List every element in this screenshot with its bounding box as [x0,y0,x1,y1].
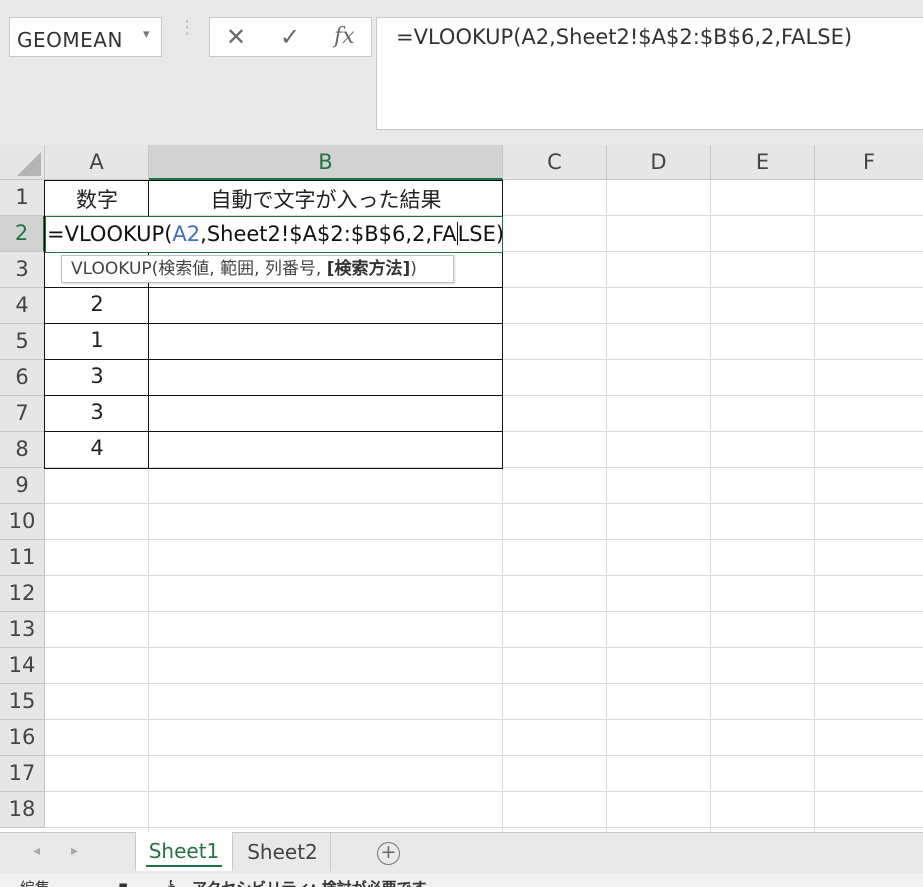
scroll-right-icon[interactable]: ▸ [71,843,78,859]
formula-input[interactable]: =VLOOKUP(A2,Sheet2!$A$2:$B$6,2,FALSE) [376,17,923,130]
enter-icon[interactable]: ✓ [280,23,300,51]
status-mode: 編集 [20,877,50,887]
row-header-13[interactable]: 13 [0,612,45,648]
gridline [606,180,607,832]
scroll-left-icon[interactable]: ◂ [33,843,40,859]
tooltip-args: 検索値, 範囲, 列番号, [158,259,327,279]
row-header-7[interactable]: 7 [0,396,45,432]
edit-formula-text: =VLOOKUP(A2,Sheet2!$A$2:$B$6,2,FALSE) [47,222,504,246]
formula-bar-region: GEOMEAN ▾ ⋮ ✕ ✓ fx =VLOOKUP(A2,Sheet2!$A… [0,0,923,145]
active-tab-underline [146,865,222,867]
function-tooltip: VLOOKUP(検索値, 範囲, 列番号, [検索方法]) [61,255,454,283]
row-header-10[interactable]: 10 [0,504,45,540]
row-header-18[interactable]: 18 [0,792,45,828]
column-header-b[interactable]: B [149,145,503,180]
status-bar: 編集 ▪ ♿ アクセシビリティ: 検討が必要です [0,874,923,887]
gridline [45,683,923,684]
gridline [45,539,923,540]
formula-text: =VLOOKUP(A2,Sheet2!$A$2:$B$6,2,FALSE) [396,25,853,49]
gridline [45,755,923,756]
gridline [710,180,711,832]
tooltip-function-name[interactable]: VLOOKUP( [71,259,158,279]
gridline [45,611,923,612]
select-all-triangle [17,152,41,176]
row-header-5[interactable]: 5 [0,324,45,360]
column-header-c[interactable]: C [503,145,607,180]
row-header-9[interactable]: 9 [0,468,45,504]
row-header-17[interactable]: 17 [0,756,45,792]
splitter-grip-icon[interactable]: ⋮ [178,19,196,37]
column-header-e[interactable]: E [711,145,815,180]
accessibility-icon[interactable]: ♿ [166,877,179,887]
cancel-icon[interactable]: ✕ [226,23,246,51]
cell-a1[interactable]: 数字 [45,184,149,214]
active-cell-editor[interactable]: =VLOOKUP(A2,Sheet2!$A$2:$B$6,2,FALSE) [45,216,504,253]
edit-middle: ,Sheet2!$A$2:$B$6,2,FA [200,222,457,246]
row-header-2[interactable]: 2 [0,216,45,252]
gridline [45,791,923,792]
row-header-3[interactable]: 3 [0,252,45,288]
row-header-12[interactable]: 12 [0,576,45,612]
insert-function-icon[interactable]: fx [334,24,355,49]
gridline [45,647,923,648]
sheet-tab-bar: ◂ ▸ Sheet1 Sheet2 + [0,832,923,874]
status-accessibility[interactable]: アクセシビリティ: 検討が必要です [192,877,427,887]
sheet-tab-sheet2[interactable]: Sheet2 [235,833,331,871]
add-sheet-icon[interactable]: + [377,842,400,865]
cell-a6[interactable]: 3 [45,364,149,388]
gridline [45,719,923,720]
edit-suffix: LSE) [457,222,505,246]
row-header-4[interactable]: 4 [0,288,45,324]
select-all-button[interactable] [0,145,45,180]
row-header-1[interactable]: 1 [0,180,45,216]
gridline [45,827,923,828]
column-header-d[interactable]: D [607,145,711,180]
gridline [814,180,815,832]
cell-b1[interactable]: 自動で文字が入った結果 [149,184,503,214]
name-box-value: GEOMEAN [17,28,123,52]
gridline [45,503,923,504]
row-header-15[interactable]: 15 [0,684,45,720]
sheet-tab-sheet1[interactable]: Sheet1 [135,832,233,871]
cell-a7[interactable]: 3 [45,400,149,424]
chevron-down-icon[interactable]: ▾ [143,27,150,42]
cell-a5[interactable]: 1 [45,328,149,352]
sheet-tab-label: Sheet2 [247,840,318,864]
edit-prefix: =VLOOKUP( [47,222,173,246]
row-header-6[interactable]: 6 [0,360,45,396]
tooltip-current-arg: [検索方法] [326,259,411,279]
edit-reference: A2 [172,222,201,246]
row-header-11[interactable]: 11 [0,540,45,576]
cell-a4[interactable]: 2 [45,292,149,316]
column-header-f[interactable]: F [815,145,923,180]
cell-a8[interactable]: 4 [45,436,149,460]
row-header-8[interactable]: 8 [0,432,45,468]
formula-buttons: ✕ ✓ fx [209,17,372,57]
gridline [45,575,923,576]
name-box[interactable]: GEOMEAN ▾ [9,17,162,57]
column-header-a[interactable]: A [45,145,149,180]
macro-icon[interactable]: ▪ [118,877,128,887]
tooltip-close: ) [410,259,417,279]
row-header-14[interactable]: 14 [0,648,45,684]
sheet-tab-label: Sheet1 [148,839,220,863]
row-header-16[interactable]: 16 [0,720,45,756]
